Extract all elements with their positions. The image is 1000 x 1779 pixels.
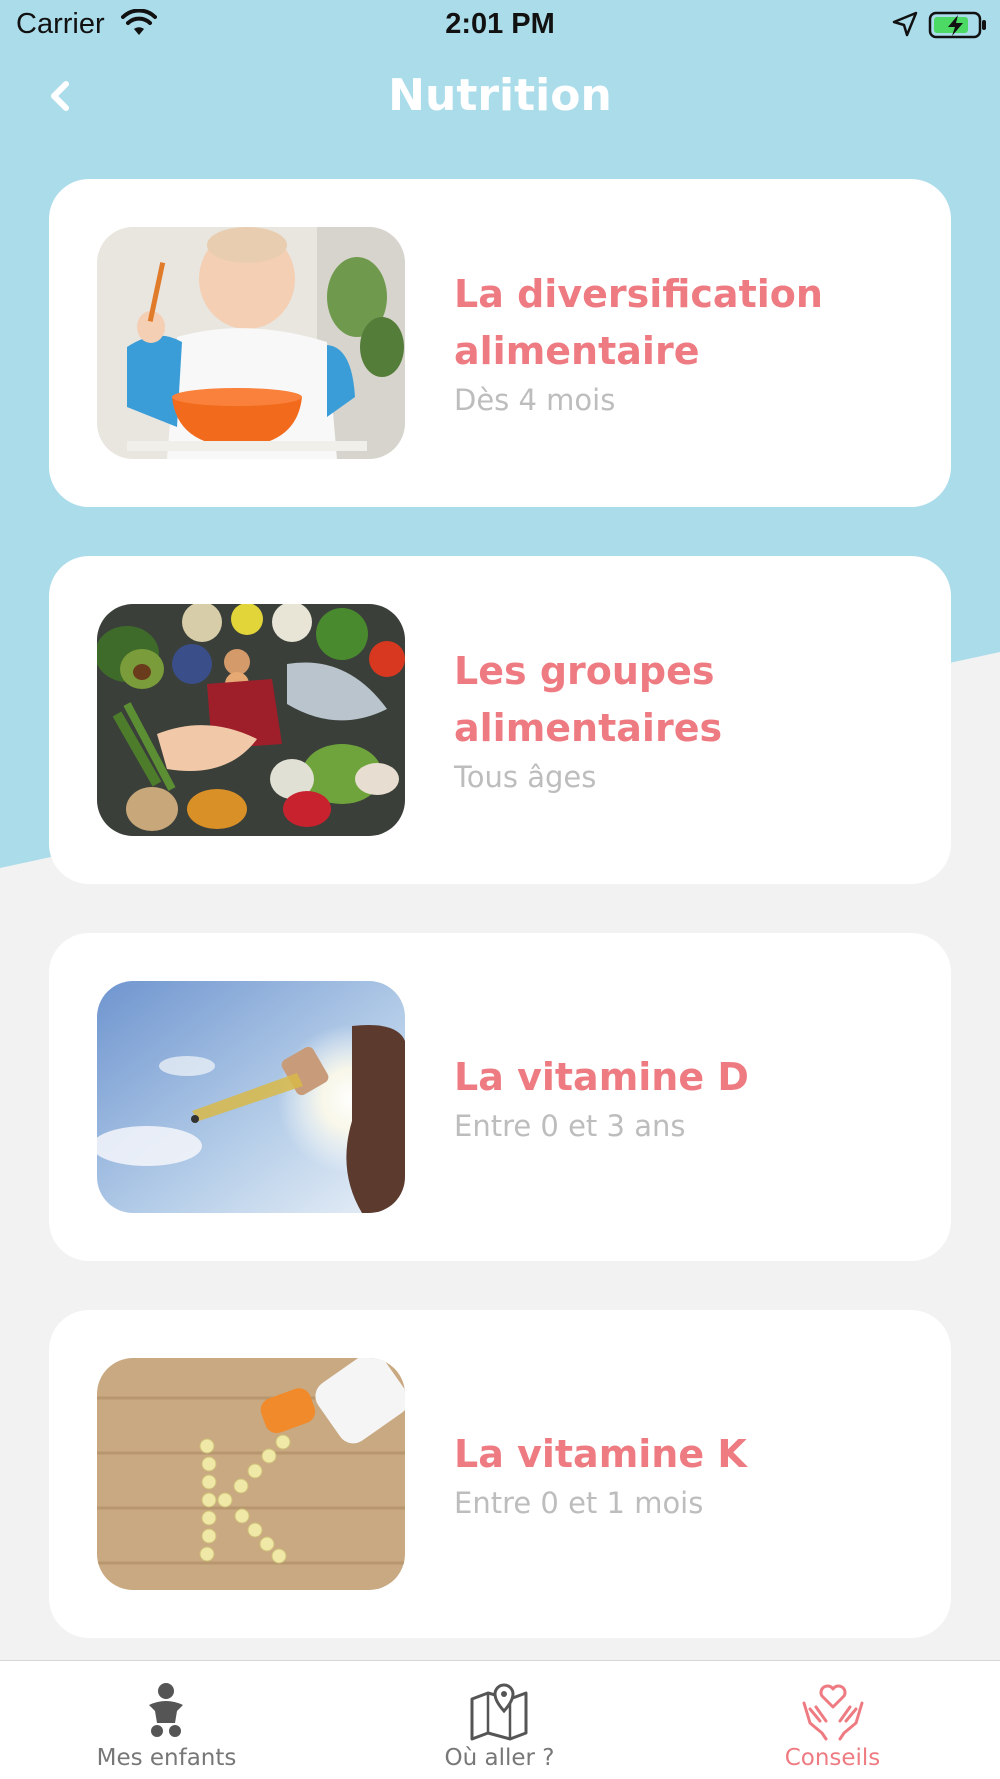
tab-label: Conseils [784, 1745, 881, 1771]
map-pin-icon [470, 1683, 528, 1741]
article-text: La vitamine D Entre 0 et 3 ans [454, 933, 924, 1261]
tab-conseils[interactable]: Conseils [666, 1661, 999, 1779]
baby-icon [149, 1683, 183, 1737]
article-card-diversification[interactable]: La diversification alimentaire Dès 4 moi… [49, 179, 951, 507]
tab-bar: Mes enfants Où aller ? Conseils [0, 1660, 1000, 1779]
vitamin-k-pills-photo [97, 1358, 405, 1590]
nav-header: Nutrition [0, 60, 1000, 140]
article-list: La diversification alimentaire Dès 4 moi… [49, 179, 951, 1687]
tab-label: Où aller ? [444, 1745, 555, 1771]
article-text: Les groupes alimentaires Tous âges [454, 556, 924, 884]
article-text: La vitamine K Entre 0 et 1 mois [454, 1310, 924, 1638]
battery-charging-icon [928, 11, 986, 39]
clock: 2:01 PM [445, 8, 555, 40]
article-card-vitamin-d[interactable]: La vitamine D Entre 0 et 3 ans [49, 933, 951, 1261]
page-title: Nutrition [388, 70, 612, 121]
article-card-vitamin-k[interactable]: La vitamine K Entre 0 et 1 mois [49, 1310, 951, 1638]
tab-ou-aller[interactable]: Où aller ? [333, 1661, 666, 1779]
article-age-range: Dès 4 mois [454, 383, 616, 417]
article-title: La vitamine K [454, 1431, 747, 1476]
article-title: La vitamine D [454, 1054, 749, 1099]
tab-mes-enfants[interactable]: Mes enfants [0, 1661, 333, 1779]
vitamin-d-dropper-photo [97, 981, 405, 1213]
article-title: Les groupes alimentaires [454, 649, 723, 750]
food-groups-photo [97, 604, 405, 836]
article-age-range: Tous âges [454, 760, 597, 794]
article-card-food-groups[interactable]: Les groupes alimentaires Tous âges [49, 556, 951, 884]
status-bar: Carrier 2:01 PM [0, 0, 1000, 50]
hands-heart-icon [802, 1684, 864, 1741]
baby-eating-photo [97, 227, 405, 459]
article-text: La diversification alimentaire Dès 4 moi… [454, 179, 924, 507]
tab-label: Mes enfants [96, 1745, 237, 1771]
article-title: La diversification alimentaire [454, 272, 823, 373]
article-age-range: Entre 0 et 1 mois [454, 1485, 704, 1520]
location-arrow-icon [892, 11, 918, 37]
article-age-range: Entre 0 et 3 ans [454, 1108, 686, 1143]
